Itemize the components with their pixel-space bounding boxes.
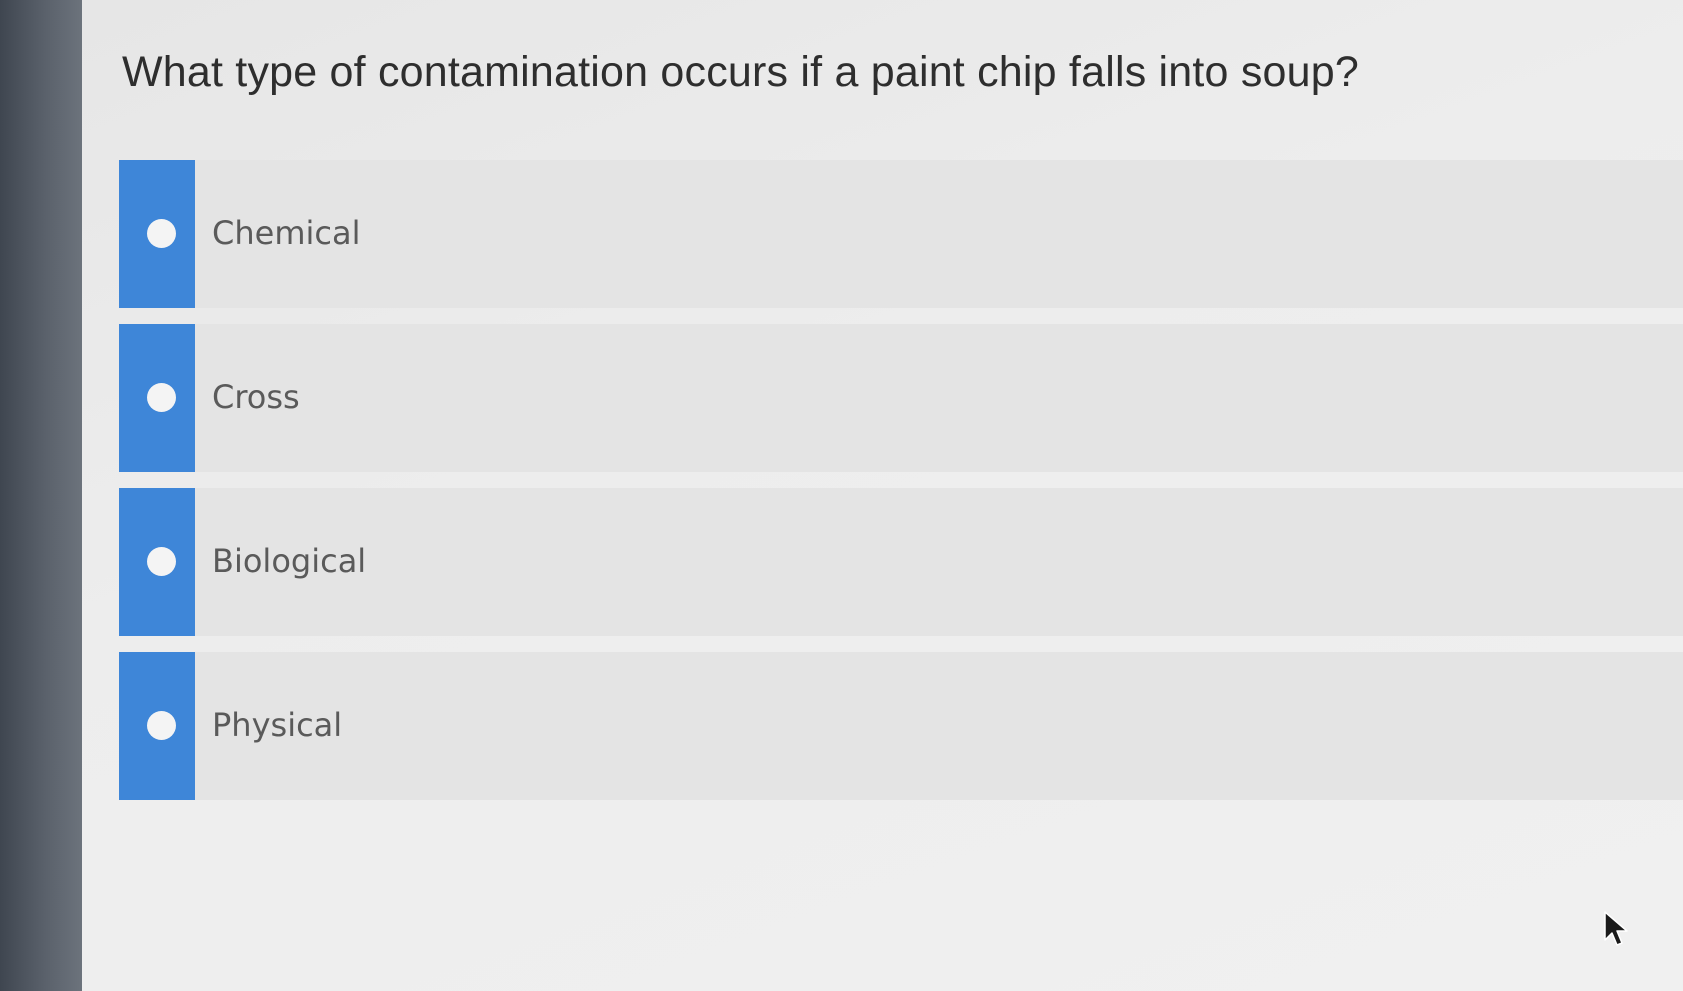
- option-marker: [119, 652, 195, 800]
- option-biological[interactable]: Biological: [119, 488, 1683, 636]
- answer-options: Chemical Cross Biological Physical: [119, 160, 1683, 816]
- radio-circle-icon[interactable]: [147, 219, 176, 248]
- option-label: Cross: [212, 378, 300, 416]
- option-physical[interactable]: Physical: [119, 652, 1683, 800]
- radio-circle-icon[interactable]: [147, 547, 176, 576]
- option-marker: [119, 160, 195, 308]
- option-marker: [119, 324, 195, 472]
- radio-circle-icon[interactable]: [147, 711, 176, 740]
- option-chemical[interactable]: Chemical: [119, 160, 1683, 308]
- radio-circle-icon[interactable]: [147, 383, 176, 412]
- option-label: Biological: [212, 542, 367, 580]
- screen-bezel: [0, 0, 82, 991]
- option-label: Chemical: [212, 214, 361, 252]
- option-marker: [119, 488, 195, 636]
- option-cross[interactable]: Cross: [119, 324, 1683, 472]
- question-text: What type of contamination occurs if a p…: [122, 48, 1359, 96]
- option-label: Physical: [212, 706, 343, 744]
- mouse-pointer-icon: [1604, 911, 1628, 946]
